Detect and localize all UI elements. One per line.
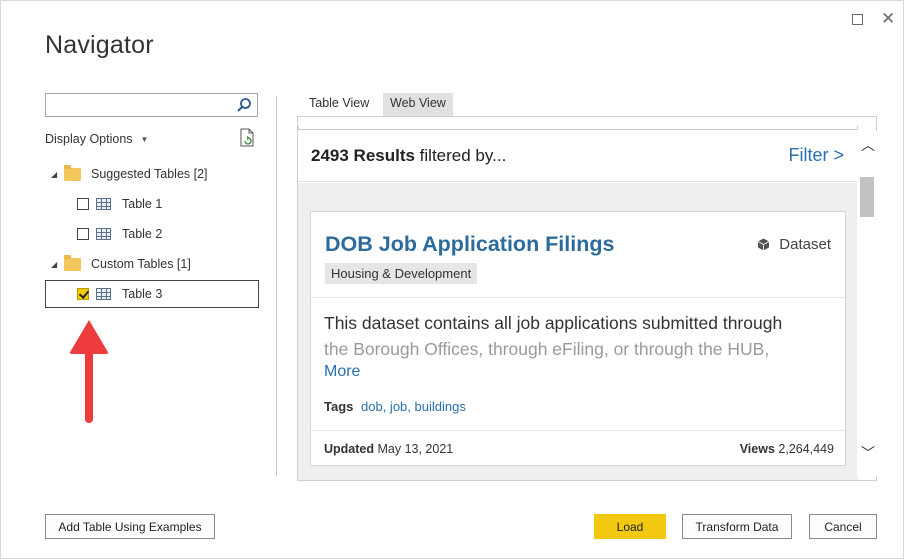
results-summary: 2493 Results filtered by... [311, 146, 506, 166]
category-chip[interactable]: Housing & Development [325, 263, 478, 284]
description-line-1: This dataset contains all job applicatio… [324, 313, 783, 333]
tree-folder-suggested-tables[interactable]: ◢ Suggested Tables [2] [51, 164, 208, 184]
tab-table-view[interactable]: Table View [302, 93, 377, 116]
chevron-up-icon[interactable]: ︿ [861, 135, 875, 155]
views-value: 2,264,449 [778, 442, 834, 456]
scrollbar-thumb[interactable] [860, 177, 874, 217]
add-table-using-examples-button[interactable]: Add Table Using Examples [45, 514, 215, 539]
dialog-title: Navigator [45, 31, 154, 59]
expand-arrow-icon[interactable]: ◢ [51, 170, 61, 179]
dataset-tags: Tags dob, job, buildings [324, 399, 466, 414]
tab-web-view[interactable]: Web View [383, 93, 453, 116]
tags-links[interactable]: dob, job, buildings [361, 399, 466, 414]
tags-label: Tags [324, 399, 354, 414]
folder-icon [64, 254, 81, 271]
table-1-checkbox[interactable] [77, 198, 89, 210]
dataset-type-label: Dataset [779, 236, 831, 253]
dataset-card: DOB Job Application Filings Dataset Hous… [310, 211, 846, 466]
chevron-down-icon: ▼ [140, 134, 149, 144]
search-icon[interactable] [236, 97, 252, 113]
table-2-checkbox[interactable] [77, 228, 89, 240]
dataset-cube-icon [758, 238, 770, 251]
description-line-2: the Borough Offices, through eFiling, or… [324, 339, 770, 359]
card-divider [311, 297, 845, 298]
maximize-icon[interactable] [850, 11, 866, 27]
close-icon[interactable]: ✕ [881, 10, 897, 27]
view-count: Views 2,264,449 [740, 442, 834, 456]
expand-arrow-icon[interactable]: ◢ [51, 260, 61, 269]
more-link[interactable]: More [324, 363, 360, 381]
search-input[interactable] [45, 93, 258, 117]
cancel-button[interactable]: Cancel [809, 514, 877, 539]
tree-folder-custom-tables[interactable]: ◢ Custom Tables [1] [51, 254, 191, 274]
tree-folder-label: Suggested Tables [2] [91, 167, 208, 181]
navigator-dialog: ✕ Navigator Display Options ▼ ◢ Suggeste… [0, 0, 904, 559]
table-icon [96, 228, 111, 240]
load-button[interactable]: Load [594, 514, 666, 539]
results-bar: 2493 Results filtered by... Filter > [298, 131, 858, 182]
table-3-checkbox[interactable] [77, 288, 89, 300]
tree-item-label: Table 1 [122, 197, 163, 211]
tree-item-label: Table 2 [122, 227, 163, 241]
dataset-description: This dataset contains all job applicatio… [324, 310, 834, 362]
updated-value: May 13, 2021 [377, 442, 454, 456]
chevron-down-icon[interactable]: ﹀ [861, 443, 875, 463]
updated-label: Updated [324, 442, 374, 456]
folder-icon [64, 164, 81, 181]
card-divider [311, 430, 845, 431]
tree-folder-label: Custom Tables [1] [91, 257, 191, 271]
filter-link[interactable]: Filter > [788, 145, 844, 166]
web-view-pane: 2493 Results filtered by... Filter > DOB… [297, 116, 877, 481]
table-icon [96, 288, 111, 300]
display-options-label: Display Options [45, 132, 133, 146]
tree-item-table-1[interactable]: Table 1 [77, 194, 162, 214]
display-options-dropdown[interactable]: Display Options ▼ [45, 132, 148, 146]
web-view-top-edge [298, 126, 858, 130]
transform-data-button[interactable]: Transform Data [682, 514, 792, 539]
tree-item-table-2[interactable]: Table 2 [77, 224, 162, 244]
table-icon [96, 198, 111, 210]
red-arrow-annotation [85, 343, 93, 423]
dataset-title-link[interactable]: DOB Job Application Filings [325, 232, 614, 257]
tree-item-table-3[interactable]: Table 3 [77, 284, 162, 304]
dataset-type: Dataset [757, 236, 831, 253]
panel-divider [276, 96, 277, 476]
refresh-icon[interactable] [239, 128, 255, 148]
results-suffix: filtered by... [414, 146, 507, 165]
results-count: 2493 Results [311, 146, 415, 165]
updated-date: Updated May 13, 2021 [324, 442, 453, 456]
tree-item-label: Table 3 [122, 287, 163, 301]
vertical-scrollbar[interactable]: ︿ ﹀ [857, 131, 877, 476]
views-label: Views [739, 442, 775, 456]
